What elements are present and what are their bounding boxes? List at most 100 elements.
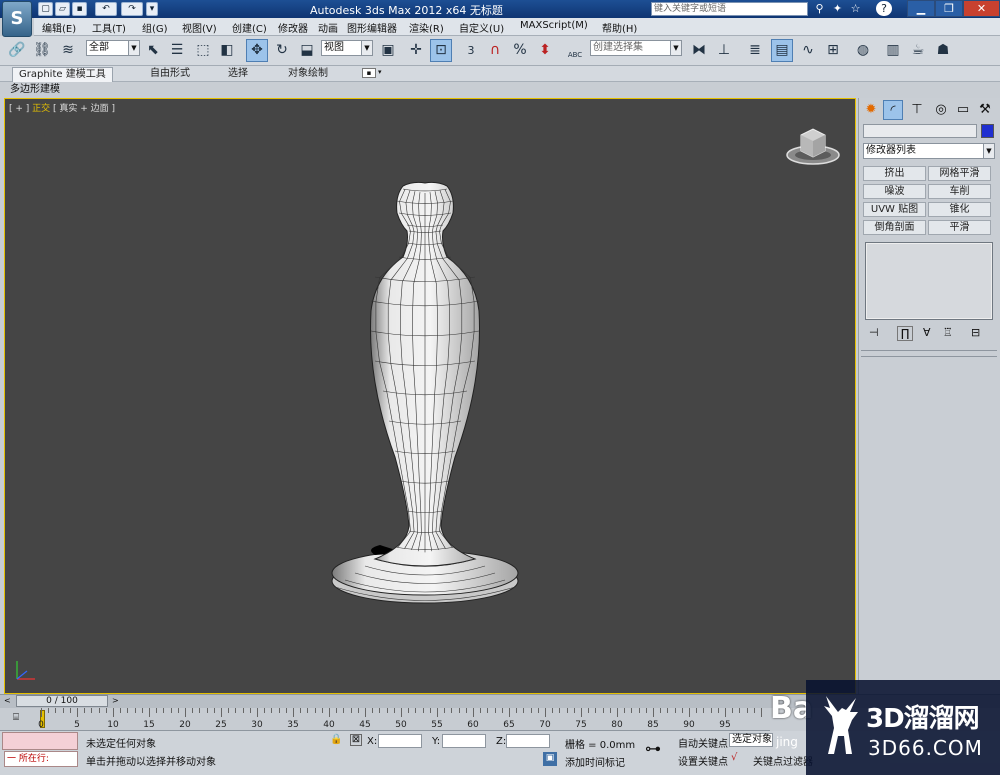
track-bar[interactable]: ⌸ 0 5 10 15 20 25 30 35 40 45 50 55 60 65 70 75 80 85 90 95 — [0, 708, 770, 731]
pin-stack-icon[interactable]: ⊣ — [869, 326, 879, 339]
modifier-list-dropdown[interactable]: 修改器列表 ▼ — [863, 143, 995, 159]
slider-left-arrow-icon[interactable]: < — [4, 696, 14, 705]
z-coordinate-field[interactable] — [506, 734, 550, 748]
render-production-icon[interactable]: ☗ — [932, 39, 954, 62]
select-and-link-icon[interactable]: 🔗 — [6, 39, 28, 62]
search-icon[interactable]: ⚲ — [812, 1, 827, 16]
select-and-manipulate-icon[interactable]: ✛ — [405, 39, 427, 62]
open-file-icon[interactable]: ▱ — [55, 2, 70, 16]
set-key-icon[interactable]: ⊶ — [645, 739, 661, 758]
x-coordinate-field[interactable] — [378, 734, 422, 748]
communication-center-icon[interactable]: ✦ — [830, 1, 845, 16]
polygon-modeling-label[interactable]: 多边形建模 — [10, 83, 60, 97]
reference-coordinate-dropdown[interactable]: 视图 ▼ — [321, 40, 373, 56]
spinner-snap-icon[interactable]: ⬍ — [534, 39, 556, 62]
absolute-mode-icon[interactable]: ⊠ — [350, 734, 362, 746]
object-color-swatch[interactable] — [981, 124, 994, 138]
select-and-scale-icon[interactable]: ⬓ — [296, 39, 318, 62]
menu-modifiers[interactable]: 修改器 — [278, 20, 308, 35]
menu-rendering[interactable]: 渲染(R) — [409, 20, 444, 35]
menu-views[interactable]: 视图(V) — [182, 20, 217, 35]
viewport-shading-label[interactable]: [ 真实 + 边面 ] — [50, 104, 115, 114]
viewport-front[interactable]: [ + ] 正交 [ 真实 + 边面 ] — [4, 98, 856, 694]
help-search-input[interactable]: 键入关键字或短语 — [651, 2, 808, 16]
frame-counter[interactable]: 0 / 100 — [16, 695, 108, 707]
close-button[interactable]: ✕ — [963, 0, 1000, 17]
configure-modifier-sets-icon[interactable]: ⊟ — [971, 326, 980, 339]
select-and-move-icon[interactable]: ✥ — [246, 39, 268, 62]
menu-animation[interactable]: 动画 — [318, 20, 338, 35]
bind-space-warp-icon[interactable]: ≋ — [57, 39, 79, 62]
key-filter-icon[interactable]: √ — [731, 752, 737, 763]
layer-manager-icon[interactable]: ≣ — [744, 39, 766, 62]
menu-maxscript[interactable]: MAXScript(M) — [520, 20, 588, 31]
curve-editor-icon[interactable]: ∿ — [797, 39, 819, 62]
ribbon-dropdown-icon[interactable]: ▾ — [378, 68, 382, 76]
modifier-bevel-profile-button[interactable]: 倒角剖面 — [863, 220, 926, 235]
named-selection-dropdown[interactable]: 创建选择集 ▼ — [590, 40, 682, 56]
window-crossing-icon[interactable]: ◧ — [216, 39, 238, 62]
help-icon[interactable]: ? — [876, 1, 892, 16]
selection-lock-icon[interactable]: 🔒 — [330, 734, 342, 745]
save-file-icon[interactable]: ▪ — [72, 2, 87, 16]
maxscript-listener-field[interactable] — [2, 732, 78, 750]
hierarchy-panel-icon[interactable]: ⊤ — [907, 100, 927, 120]
object-name-field[interactable] — [863, 124, 977, 138]
undo-icon[interactable]: ↶ — [95, 2, 117, 16]
utilities-panel-icon[interactable]: ⚒ — [975, 100, 995, 120]
angle-snap-icon[interactable]: ∩ — [484, 39, 506, 62]
select-and-rotate-icon[interactable]: ↻ — [271, 39, 293, 62]
timeline-ruler[interactable]: 0 5 10 15 20 25 30 35 40 45 50 55 60 65 70 75 80 85 90 95 — [38, 708, 762, 731]
schematic-view-icon[interactable]: ⊞ — [822, 39, 844, 62]
viewport-pov-label[interactable]: 正交 — [32, 104, 50, 114]
tab-selection[interactable]: 选择 — [222, 67, 254, 82]
restore-button[interactable]: ❐ — [935, 0, 963, 17]
mirror-icon[interactable]: ⧓ — [688, 39, 710, 62]
time-tag-icon[interactable]: ▣ — [543, 752, 557, 766]
set-key-button[interactable]: 设置关键点 — [678, 753, 728, 768]
ribbon-options-icon[interactable]: ▪ — [362, 68, 376, 78]
new-file-icon[interactable]: ▢ — [38, 2, 53, 16]
viewport-menu-label[interactable]: [ + ] — [9, 104, 32, 114]
menu-graph-editors[interactable]: 图形编辑器 — [347, 20, 397, 35]
modifier-extrude-button[interactable]: 挤出 — [863, 166, 926, 181]
make-unique-icon[interactable]: ∀ — [923, 326, 931, 339]
modifier-meshsmooth-button[interactable]: 网格平滑 — [928, 166, 991, 181]
vase-mesh[interactable] — [325, 181, 525, 621]
selection-filter-dropdown[interactable]: 全部 ▼ — [86, 40, 140, 56]
tab-freeform[interactable]: 自由形式 — [144, 67, 196, 82]
rendered-frame-window-icon[interactable]: ☕ — [907, 39, 929, 62]
modifier-taper-button[interactable]: 锥化 — [928, 202, 991, 217]
menu-tools[interactable]: 工具(T) — [92, 20, 126, 35]
selected-objects-dropdown[interactable]: 选定对象 — [729, 733, 773, 747]
menu-create[interactable]: 创建(C) — [232, 20, 267, 35]
modifier-stack-list[interactable] — [865, 242, 993, 320]
pivot-center-icon[interactable]: ▣ — [377, 39, 399, 62]
keyboard-shortcut-override-icon[interactable]: ⊡ — [430, 39, 452, 62]
maxscript-line-label[interactable]: 一 所在行: — [4, 751, 78, 767]
create-panel-icon[interactable]: ✹ — [861, 100, 881, 120]
favorites-icon[interactable]: ☆ — [848, 1, 863, 16]
edit-named-selection-icon[interactable]: ABC — [564, 39, 586, 62]
select-object-icon[interactable]: ⬉ — [142, 39, 164, 62]
viewcube-icon[interactable] — [783, 123, 843, 169]
modifier-uvw-map-button[interactable]: UVW 贴图 — [863, 202, 926, 217]
render-setup-icon[interactable]: ▥ — [882, 39, 904, 62]
y-coordinate-field[interactable] — [442, 734, 486, 748]
tab-object-paint[interactable]: 对象绘制 — [282, 67, 334, 82]
modifier-lathe-button[interactable]: 车削 — [928, 184, 991, 199]
display-panel-icon[interactable]: ▭ — [953, 100, 973, 120]
percent-snap-icon[interactable]: % — [509, 39, 531, 62]
material-editor-icon[interactable]: ◍ — [852, 39, 874, 62]
modify-panel-icon[interactable]: ◜ — [883, 100, 903, 120]
snaps-toggle-icon[interactable]: 3 — [460, 39, 482, 62]
graphite-toggle-icon[interactable]: ▤ — [771, 39, 793, 62]
tab-graphite-modeling[interactable]: Graphite 建模工具 — [12, 67, 113, 82]
rectangular-selection-icon[interactable]: ⬚ — [192, 39, 214, 62]
auto-key-button[interactable]: 自动关键点 — [678, 735, 728, 750]
menu-edit[interactable]: 编辑(E) — [42, 20, 76, 35]
application-button-icon[interactable]: S — [2, 1, 32, 37]
remove-modifier-icon[interactable]: ♖ — [943, 326, 953, 339]
key-filters-button[interactable]: 关键点过滤器 — [753, 753, 813, 768]
modifier-smooth-button[interactable]: 平滑 — [928, 220, 991, 235]
